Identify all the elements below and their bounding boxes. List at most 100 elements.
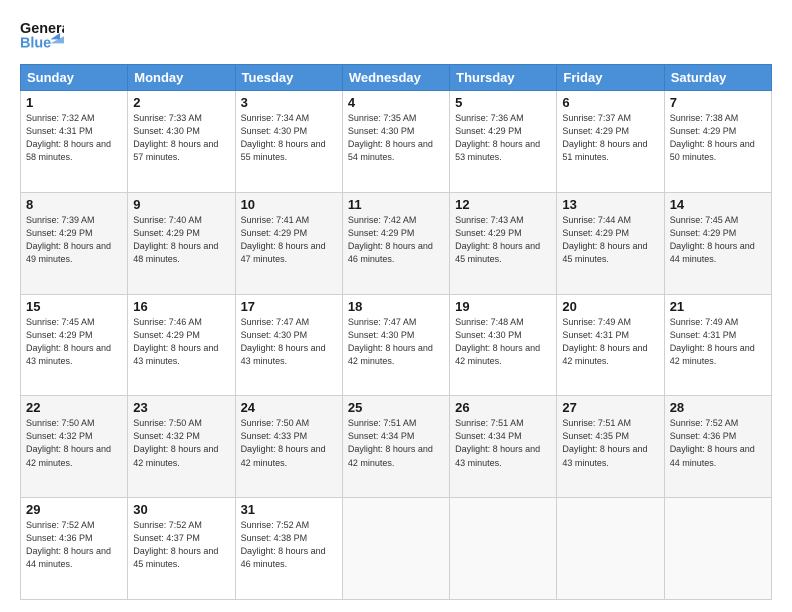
cell-info: Sunrise: 7:45 AM Sunset: 4:29 PM Dayligh… xyxy=(670,214,766,266)
cell-info: Sunrise: 7:42 AM Sunset: 4:29 PM Dayligh… xyxy=(348,214,444,266)
calendar-cell xyxy=(450,498,557,600)
calendar-cell: 13 Sunrise: 7:44 AM Sunset: 4:29 PM Dayl… xyxy=(557,192,664,294)
header: General Blue xyxy=(20,16,772,54)
calendar-cell xyxy=(557,498,664,600)
calendar-cell: 27 Sunrise: 7:51 AM Sunset: 4:35 PM Dayl… xyxy=(557,396,664,498)
calendar-cell: 8 Sunrise: 7:39 AM Sunset: 4:29 PM Dayli… xyxy=(21,192,128,294)
calendar-cell: 17 Sunrise: 7:47 AM Sunset: 4:30 PM Dayl… xyxy=(235,294,342,396)
calendar-cell: 11 Sunrise: 7:42 AM Sunset: 4:29 PM Dayl… xyxy=(342,192,449,294)
cell-info: Sunrise: 7:52 AM Sunset: 4:36 PM Dayligh… xyxy=(670,417,766,469)
cell-info: Sunrise: 7:33 AM Sunset: 4:30 PM Dayligh… xyxy=(133,112,229,164)
day-number: 22 xyxy=(26,400,122,415)
day-number: 6 xyxy=(562,95,658,110)
day-number: 26 xyxy=(455,400,551,415)
day-number: 1 xyxy=(26,95,122,110)
calendar-cell: 21 Sunrise: 7:49 AM Sunset: 4:31 PM Dayl… xyxy=(664,294,771,396)
cell-info: Sunrise: 7:50 AM Sunset: 4:33 PM Dayligh… xyxy=(241,417,337,469)
cell-info: Sunrise: 7:50 AM Sunset: 4:32 PM Dayligh… xyxy=(133,417,229,469)
cell-info: Sunrise: 7:49 AM Sunset: 4:31 PM Dayligh… xyxy=(670,316,766,368)
calendar-cell: 22 Sunrise: 7:50 AM Sunset: 4:32 PM Dayl… xyxy=(21,396,128,498)
cell-info: Sunrise: 7:44 AM Sunset: 4:29 PM Dayligh… xyxy=(562,214,658,266)
day-number: 21 xyxy=(670,299,766,314)
week-row-5: 29 Sunrise: 7:52 AM Sunset: 4:36 PM Dayl… xyxy=(21,498,772,600)
cell-info: Sunrise: 7:32 AM Sunset: 4:31 PM Dayligh… xyxy=(26,112,122,164)
calendar-cell: 4 Sunrise: 7:35 AM Sunset: 4:30 PM Dayli… xyxy=(342,91,449,193)
cell-info: Sunrise: 7:43 AM Sunset: 4:29 PM Dayligh… xyxy=(455,214,551,266)
calendar-cell: 2 Sunrise: 7:33 AM Sunset: 4:30 PM Dayli… xyxy=(128,91,235,193)
day-number: 12 xyxy=(455,197,551,212)
cell-info: Sunrise: 7:51 AM Sunset: 4:35 PM Dayligh… xyxy=(562,417,658,469)
svg-text:General: General xyxy=(20,21,64,37)
calendar-cell: 31 Sunrise: 7:52 AM Sunset: 4:38 PM Dayl… xyxy=(235,498,342,600)
cell-info: Sunrise: 7:52 AM Sunset: 4:36 PM Dayligh… xyxy=(26,519,122,571)
day-number: 19 xyxy=(455,299,551,314)
calendar-cell: 25 Sunrise: 7:51 AM Sunset: 4:34 PM Dayl… xyxy=(342,396,449,498)
day-number: 18 xyxy=(348,299,444,314)
day-number: 23 xyxy=(133,400,229,415)
cell-info: Sunrise: 7:35 AM Sunset: 4:30 PM Dayligh… xyxy=(348,112,444,164)
day-number: 20 xyxy=(562,299,658,314)
logo: General Blue xyxy=(20,16,64,54)
day-number: 2 xyxy=(133,95,229,110)
day-number: 11 xyxy=(348,197,444,212)
calendar-cell: 26 Sunrise: 7:51 AM Sunset: 4:34 PM Dayl… xyxy=(450,396,557,498)
day-number: 17 xyxy=(241,299,337,314)
calendar-cell: 14 Sunrise: 7:45 AM Sunset: 4:29 PM Dayl… xyxy=(664,192,771,294)
calendar-cell: 1 Sunrise: 7:32 AM Sunset: 4:31 PM Dayli… xyxy=(21,91,128,193)
calendar-cell: 20 Sunrise: 7:49 AM Sunset: 4:31 PM Dayl… xyxy=(557,294,664,396)
day-number: 14 xyxy=(670,197,766,212)
cell-info: Sunrise: 7:48 AM Sunset: 4:30 PM Dayligh… xyxy=(455,316,551,368)
calendar-cell: 23 Sunrise: 7:50 AM Sunset: 4:32 PM Dayl… xyxy=(128,396,235,498)
calendar-cell: 24 Sunrise: 7:50 AM Sunset: 4:33 PM Dayl… xyxy=(235,396,342,498)
day-number: 7 xyxy=(670,95,766,110)
cell-info: Sunrise: 7:45 AM Sunset: 4:29 PM Dayligh… xyxy=(26,316,122,368)
svg-text:Blue: Blue xyxy=(20,35,51,51)
day-number: 15 xyxy=(26,299,122,314)
calendar-cell: 16 Sunrise: 7:46 AM Sunset: 4:29 PM Dayl… xyxy=(128,294,235,396)
calendar-table: SundayMondayTuesdayWednesdayThursdayFrid… xyxy=(20,64,772,600)
week-row-3: 15 Sunrise: 7:45 AM Sunset: 4:29 PM Dayl… xyxy=(21,294,772,396)
day-number: 16 xyxy=(133,299,229,314)
calendar-cell: 6 Sunrise: 7:37 AM Sunset: 4:29 PM Dayli… xyxy=(557,91,664,193)
weekday-header-thursday: Thursday xyxy=(450,65,557,91)
day-number: 8 xyxy=(26,197,122,212)
page: General Blue SundayMondayTuesdayWednesda… xyxy=(0,0,792,612)
cell-info: Sunrise: 7:47 AM Sunset: 4:30 PM Dayligh… xyxy=(241,316,337,368)
cell-info: Sunrise: 7:52 AM Sunset: 4:38 PM Dayligh… xyxy=(241,519,337,571)
calendar-cell xyxy=(342,498,449,600)
weekday-header-monday: Monday xyxy=(128,65,235,91)
calendar-cell xyxy=(664,498,771,600)
day-number: 29 xyxy=(26,502,122,517)
calendar-cell: 29 Sunrise: 7:52 AM Sunset: 4:36 PM Dayl… xyxy=(21,498,128,600)
day-number: 25 xyxy=(348,400,444,415)
cell-info: Sunrise: 7:51 AM Sunset: 4:34 PM Dayligh… xyxy=(348,417,444,469)
cell-info: Sunrise: 7:46 AM Sunset: 4:29 PM Dayligh… xyxy=(133,316,229,368)
calendar-cell: 19 Sunrise: 7:48 AM Sunset: 4:30 PM Dayl… xyxy=(450,294,557,396)
cell-info: Sunrise: 7:40 AM Sunset: 4:29 PM Dayligh… xyxy=(133,214,229,266)
calendar-cell: 15 Sunrise: 7:45 AM Sunset: 4:29 PM Dayl… xyxy=(21,294,128,396)
day-number: 24 xyxy=(241,400,337,415)
day-number: 10 xyxy=(241,197,337,212)
logo-icon: General Blue xyxy=(20,16,64,54)
calendar-cell: 7 Sunrise: 7:38 AM Sunset: 4:29 PM Dayli… xyxy=(664,91,771,193)
cell-info: Sunrise: 7:50 AM Sunset: 4:32 PM Dayligh… xyxy=(26,417,122,469)
day-number: 28 xyxy=(670,400,766,415)
cell-info: Sunrise: 7:49 AM Sunset: 4:31 PM Dayligh… xyxy=(562,316,658,368)
weekday-header-row: SundayMondayTuesdayWednesdayThursdayFrid… xyxy=(21,65,772,91)
day-number: 9 xyxy=(133,197,229,212)
day-number: 31 xyxy=(241,502,337,517)
calendar-cell: 5 Sunrise: 7:36 AM Sunset: 4:29 PM Dayli… xyxy=(450,91,557,193)
day-number: 27 xyxy=(562,400,658,415)
cell-info: Sunrise: 7:34 AM Sunset: 4:30 PM Dayligh… xyxy=(241,112,337,164)
week-row-1: 1 Sunrise: 7:32 AM Sunset: 4:31 PM Dayli… xyxy=(21,91,772,193)
calendar-cell: 18 Sunrise: 7:47 AM Sunset: 4:30 PM Dayl… xyxy=(342,294,449,396)
calendar-cell: 12 Sunrise: 7:43 AM Sunset: 4:29 PM Dayl… xyxy=(450,192,557,294)
weekday-header-friday: Friday xyxy=(557,65,664,91)
week-row-2: 8 Sunrise: 7:39 AM Sunset: 4:29 PM Dayli… xyxy=(21,192,772,294)
day-number: 3 xyxy=(241,95,337,110)
calendar-cell: 28 Sunrise: 7:52 AM Sunset: 4:36 PM Dayl… xyxy=(664,396,771,498)
cell-info: Sunrise: 7:39 AM Sunset: 4:29 PM Dayligh… xyxy=(26,214,122,266)
weekday-header-wednesday: Wednesday xyxy=(342,65,449,91)
day-number: 13 xyxy=(562,197,658,212)
day-number: 5 xyxy=(455,95,551,110)
